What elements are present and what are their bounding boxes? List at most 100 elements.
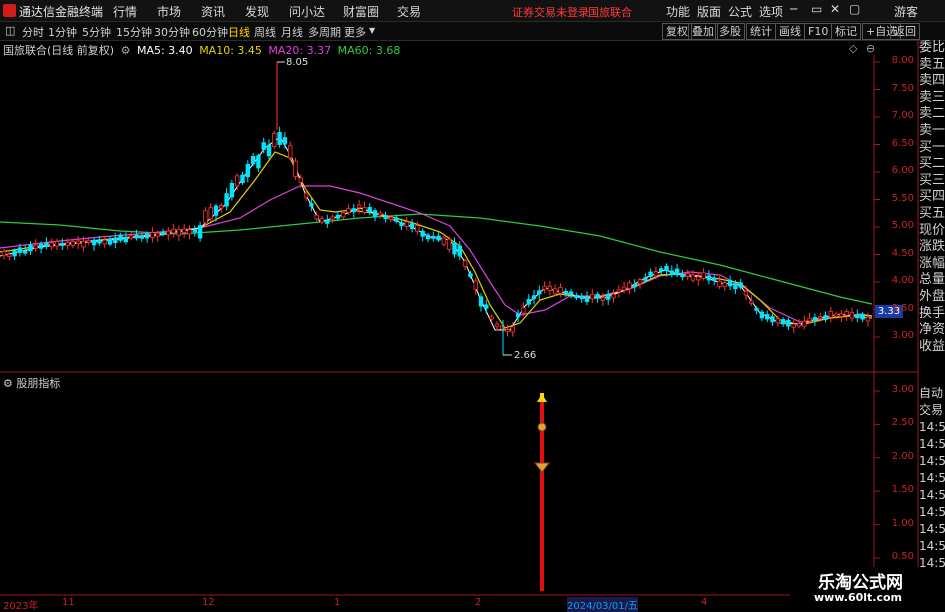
sub-tick-label: 1.50	[891, 484, 914, 496]
candle-body	[261, 142, 266, 150]
candle-body	[44, 242, 49, 247]
quote-field-label: 收益	[919, 338, 945, 354]
candle-body	[690, 274, 696, 281]
candle-body	[818, 316, 823, 320]
candle-body	[727, 280, 733, 287]
candle-body	[579, 295, 584, 300]
candle-body	[754, 307, 759, 311]
candle-body	[786, 319, 791, 327]
candle-body	[309, 203, 314, 207]
candle-body	[452, 242, 457, 255]
candle-body	[7, 253, 12, 257]
candle-body	[134, 234, 139, 239]
candle-body	[770, 316, 775, 323]
candle-body	[648, 271, 653, 277]
date-label: 2023年	[3, 601, 39, 612]
indicator-diamond-icon	[533, 462, 551, 473]
candle-body	[473, 280, 478, 290]
kline-chart[interactable]	[0, 0, 945, 609]
candle-body	[250, 155, 256, 165]
candle-body	[325, 219, 330, 224]
candle-body	[446, 238, 452, 250]
candle-body	[823, 315, 828, 320]
candle-body	[515, 313, 521, 318]
candle-body	[462, 260, 468, 267]
sub-tick-label: 2.00	[891, 450, 914, 462]
price-axis-ticks	[874, 61, 880, 338]
candle-body	[240, 174, 245, 184]
cursor-date-label: 2024/03/01/五	[567, 597, 639, 612]
candle-body	[22, 250, 28, 254]
candle-body	[738, 282, 743, 288]
candle-body	[171, 228, 176, 234]
candle-body	[643, 277, 648, 281]
candle-body	[362, 206, 367, 213]
candle-body	[383, 215, 388, 219]
candle-body	[399, 222, 404, 227]
candle-body	[733, 283, 738, 290]
candle-body	[229, 182, 235, 198]
candle-body	[674, 268, 680, 276]
trade-field-label: 交易	[919, 403, 944, 417]
candle-body	[484, 304, 489, 309]
candle-body	[510, 326, 515, 333]
candle-body	[150, 232, 155, 238]
candle-body	[356, 204, 362, 209]
candle-body	[203, 210, 208, 224]
trade-field-label: 14:56	[919, 420, 945, 434]
candle-body	[28, 244, 33, 252]
quote-field-label: 买二	[919, 156, 945, 172]
price-tick-label: 4.00	[891, 275, 914, 286]
date-label: 4	[701, 597, 708, 608]
candle-body	[563, 290, 568, 295]
candle-body	[38, 243, 44, 249]
candle-body	[367, 207, 372, 213]
candle-body	[584, 296, 590, 302]
candle-body	[637, 279, 643, 285]
candle-body	[187, 229, 192, 235]
candle-body	[436, 235, 441, 241]
quote-field-label: 卖四	[919, 73, 945, 89]
price-tick-label: 6.00	[891, 165, 914, 176]
quote-field-label: 卖二	[919, 106, 945, 122]
candle-body	[388, 216, 394, 220]
date-label: 1	[334, 597, 341, 608]
candle-body	[372, 210, 378, 217]
price-tick-label: 5.00	[891, 220, 914, 231]
candle-body	[574, 294, 579, 299]
price-tick-label: 7.50	[891, 82, 914, 94]
quote-field-label: 涨跌	[919, 239, 945, 255]
candle-body	[425, 234, 431, 240]
quote-field-label: 卖三	[919, 89, 945, 105]
candle-body	[54, 241, 60, 247]
candle-body	[828, 310, 833, 318]
candle-body	[208, 207, 213, 220]
candle-body	[65, 241, 70, 247]
trade-field-label: 自动	[919, 386, 944, 400]
quote-field-label: 委比	[919, 40, 945, 55]
indicator-coin-icon	[537, 422, 547, 432]
candle-body	[298, 177, 303, 183]
candle-body	[17, 247, 23, 253]
candle-body	[282, 137, 288, 145]
settings-icon[interactable]: ⚙	[3, 377, 13, 390]
candle-body	[86, 239, 91, 243]
sub-axis-ticks	[874, 390, 880, 559]
candle-body	[155, 232, 160, 237]
quote-field-label: 外盘	[919, 288, 945, 304]
candle-body	[531, 295, 537, 300]
watermark-url: www.60lt.com	[814, 591, 903, 604]
trade-field-label: 14:56	[919, 488, 945, 502]
candle-body	[712, 277, 717, 281]
candle-body	[160, 231, 166, 235]
candle-body	[558, 286, 563, 294]
quote-field-label: 现价	[919, 222, 945, 238]
candle-body	[696, 276, 701, 281]
candle-body	[865, 316, 871, 322]
trade-field-label: 14:56	[919, 437, 945, 451]
candle-body	[590, 293, 595, 300]
candle-body	[197, 225, 203, 239]
candle-body	[266, 144, 272, 157]
candle-body	[166, 230, 171, 236]
candle-body	[118, 234, 123, 241]
